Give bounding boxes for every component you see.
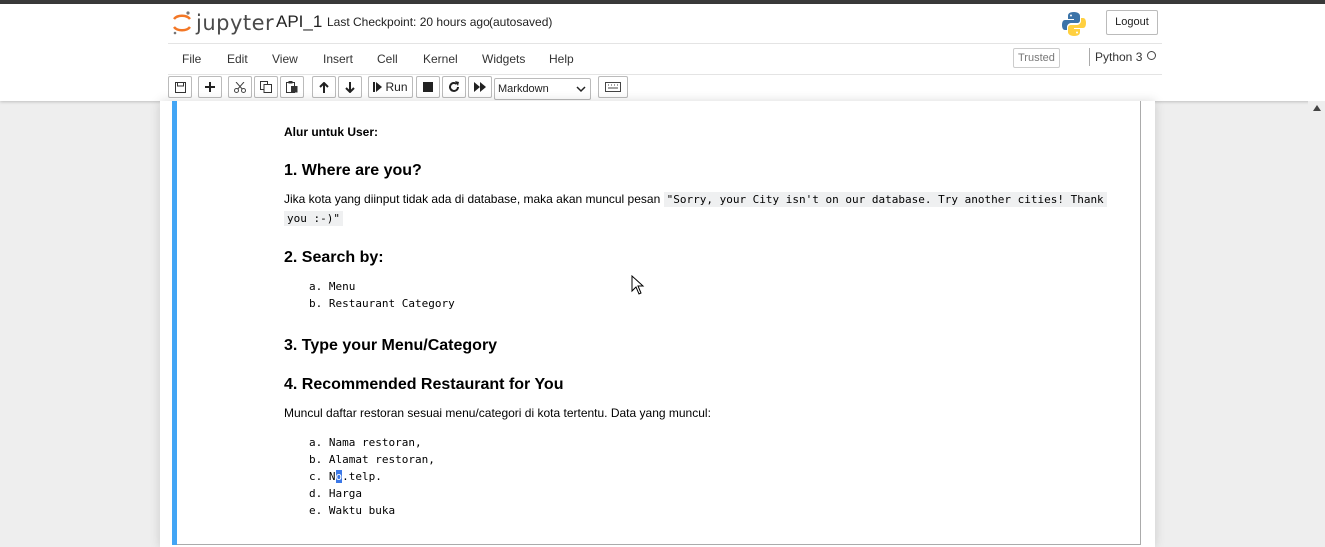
- list-item-prefix: c. N: [309, 470, 336, 483]
- restart-button[interactable]: [442, 76, 466, 98]
- section-1-text: Jika kota yang diinput tidak ada di data…: [284, 190, 1107, 228]
- stop-icon: [423, 82, 433, 92]
- cut-button[interactable]: [228, 76, 252, 98]
- jupyter-logo-icon: [173, 11, 191, 35]
- intro-text: Alur untuk User:: [284, 125, 379, 139]
- chevron-down-icon: [576, 86, 586, 93]
- insert-cell-button[interactable]: [198, 76, 222, 98]
- menu-help[interactable]: Help: [549, 52, 574, 66]
- cell-type-select[interactable]: Markdown: [494, 78, 591, 100]
- paste-button[interactable]: [280, 76, 304, 98]
- restart-run-all-button[interactable]: [468, 76, 492, 98]
- list-item: a. Menu: [309, 280, 356, 293]
- kernel-separator: [1089, 48, 1090, 66]
- section-4-text: Muncul daftar restoran sesuai menu/categ…: [284, 406, 711, 420]
- section-1-text-body: Jika kota yang diinput tidak ada di data…: [284, 192, 661, 206]
- menu-insert[interactable]: Insert: [323, 52, 353, 66]
- menu-kernel[interactable]: Kernel: [423, 52, 458, 66]
- run-label: Run: [385, 80, 408, 94]
- save-button[interactable]: [168, 76, 192, 98]
- cell-type-value: Markdown: [498, 83, 549, 95]
- cell-selection-bar: [172, 101, 177, 545]
- notebook-container: Alur untuk User: 1. Where are you? Jika …: [160, 101, 1155, 547]
- list-item: d. Harga: [309, 487, 362, 500]
- menu-edit[interactable]: Edit: [227, 52, 248, 66]
- error-message-code-2: you :-)": [284, 211, 343, 226]
- list-item: a. Nama restoran,: [309, 436, 422, 449]
- paste-icon: [286, 81, 298, 93]
- error-message-code-1: "Sorry, your City isn't on our database.…: [663, 192, 1107, 207]
- menu-widgets[interactable]: Widgets: [482, 52, 525, 66]
- notebook-name[interactable]: API_1: [276, 12, 322, 32]
- mouse-cursor-icon: [631, 275, 645, 295]
- markdown-cell[interactable]: Alur untuk User: 1. Where are you? Jika …: [172, 101, 1141, 545]
- copy-icon: [260, 81, 272, 93]
- section-2-heading: 2. Search by:: [284, 249, 384, 266]
- list-item: e. Waktu buka: [309, 504, 396, 517]
- scroll-up-arrow-icon[interactable]: [1313, 105, 1321, 111]
- page-scrollbar[interactable]: [1308, 101, 1325, 547]
- kernel-status-idle-icon: [1147, 51, 1156, 60]
- list-item: b. Alamat restoran,: [309, 453, 435, 466]
- last-checkpoint: Last Checkpoint: 20 hours ago: [327, 15, 490, 29]
- trusted-badge[interactable]: Trusted: [1013, 48, 1060, 68]
- section-4-heading: 4. Recommended Restaurant for You: [284, 376, 564, 393]
- copy-button[interactable]: [254, 76, 278, 98]
- arrow-down-icon: [345, 81, 355, 93]
- kernel-name: Python 3: [1095, 50, 1143, 64]
- fast-forward-icon: [474, 82, 486, 92]
- keyboard-icon: [605, 82, 621, 92]
- restaurant-data-list: a. Nama restoran, b. Alamat restoran, c.…: [284, 434, 435, 519]
- step-forward-icon: [373, 82, 383, 92]
- logout-button[interactable]: Logout: [1106, 10, 1158, 35]
- restart-icon: [449, 81, 459, 92]
- scissors-icon: [234, 81, 246, 93]
- section-3-heading: 3. Type your Menu/Category: [284, 337, 498, 354]
- list-item-selected: c. No.telp.: [284, 468, 435, 485]
- section-1-heading: 1. Where are you?: [284, 162, 422, 179]
- save-icon: [174, 81, 186, 93]
- run-button[interactable]: Run: [368, 76, 413, 98]
- menu-file[interactable]: File: [182, 52, 201, 66]
- arrow-up-icon: [319, 81, 329, 93]
- command-palette-button[interactable]: [598, 76, 628, 98]
- interrupt-button[interactable]: [416, 76, 440, 98]
- list-item: b. Restaurant Category: [309, 297, 455, 310]
- move-up-button[interactable]: [312, 76, 336, 98]
- menu-cell[interactable]: Cell: [377, 52, 398, 66]
- menu-view[interactable]: View: [272, 52, 298, 66]
- python-logo-icon: [1061, 11, 1087, 42]
- plus-icon: [205, 82, 215, 92]
- list-item-suffix: .telp.: [342, 470, 382, 483]
- autosave-status: (autosaved): [489, 15, 553, 29]
- notebook-header: jupyter API_1 Last Checkpoint: 20 hours …: [0, 4, 1325, 101]
- jupyter-logo[interactable]: jupyter: [172, 10, 274, 36]
- jupyter-logo-text: jupyter: [196, 11, 275, 35]
- search-options-list: a. Menu b. Restaurant Category: [284, 278, 455, 312]
- move-down-button[interactable]: [338, 76, 362, 98]
